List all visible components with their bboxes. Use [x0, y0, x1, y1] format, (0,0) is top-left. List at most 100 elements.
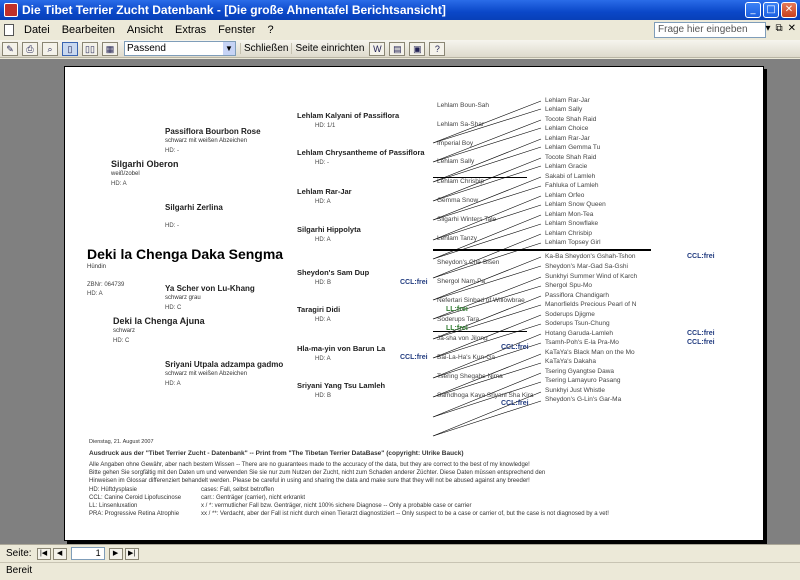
gen4-name: Sheydon's Che-Bisen [437, 259, 500, 266]
gen5-name: Soderups Djigme [545, 311, 595, 318]
report-page: Deki la Chenga Daka Sengma Hündin ZBNr: … [64, 66, 764, 541]
gen2-name: Silgarhi Zerlina [165, 203, 223, 212]
last-page-icon[interactable]: ▶| [124, 547, 139, 560]
gen5-name: Lehlam Gemma Tu [545, 144, 601, 151]
legend-value: xx / **: Verdacht, aber der Fall ist nic… [201, 511, 609, 517]
next-page-icon[interactable]: ▶ [108, 547, 123, 560]
gen4-name: Gemma Snow [437, 197, 479, 204]
gen3-hd: HD: B [315, 280, 332, 286]
zoom-icon[interactable]: ⌕ [42, 41, 58, 56]
gen5-name: Lehlam Mon-Tea [545, 211, 594, 218]
gen3-hd: HD: A [315, 317, 331, 323]
gen5-name: Passiflora Chandigarh [545, 292, 609, 299]
document-icon[interactable] [4, 24, 14, 36]
gen5-name: Tocote Shah Raid [545, 116, 597, 123]
menu-help[interactable]: ? [261, 24, 279, 36]
gen2-name: Ya Scher von Lu-Khang [165, 284, 255, 293]
gen3-name: Lehlam Rar-Jar [297, 187, 352, 196]
gen4-name: Nefertari Sinbad of Willowbrae [437, 297, 525, 304]
legend-row: HD: Hüftdysplasie cases: Fall, selbst bet… [89, 487, 759, 495]
dam-hd: HD: C [113, 338, 130, 344]
gen5-name: Shergol Spu-Mo [545, 282, 592, 289]
new-object-icon[interactable]: ▣ [409, 41, 426, 56]
gen5-name: Lehlam Gracie [545, 163, 588, 170]
office-links-icon[interactable]: W [369, 41, 386, 56]
legend-key: CCL: Canine Ceroid Lipofuscinose [89, 495, 182, 501]
gen5-name: Lehlam Topsey Girl [545, 239, 601, 246]
multiple-pages-icon[interactable]: ▦ [102, 41, 118, 56]
gen4-name: Imperial Boy [437, 140, 474, 147]
report-date: Dienstag, 21. August 2007 [89, 439, 154, 445]
previous-page-icon[interactable]: ◀ [52, 547, 67, 560]
ccl-badge: CCL:frei [400, 354, 428, 361]
legend-row: PRA: Progressive Retina Atrophie xx / **:… [89, 511, 759, 519]
close-icon[interactable]: ✕ [781, 2, 797, 18]
gen5-name: Sunkhyi Summer Wind of Karch [545, 273, 638, 280]
gen5-name: Sakabi of Lamleh [545, 173, 596, 180]
subject-hd: HD: A [87, 291, 103, 297]
dropdown-arrow-icon[interactable]: ▾ [765, 23, 770, 34]
menu-bar: Datei Bearbeiten Ansicht Extras Fenster … [0, 20, 800, 40]
gen3-hd: HD: A [315, 199, 331, 205]
gen5-name: KaTaYa's Black Man on the Mo [545, 349, 635, 356]
disclaimer-line: Bitte gehen Sie sorgfältig mit den Daten… [89, 470, 546, 476]
menu-extras[interactable]: Extras [169, 24, 212, 36]
menu-bearbeiten[interactable]: Bearbeiten [56, 24, 121, 36]
close-preview-button[interactable]: Schließen [240, 43, 291, 54]
status-bar: Bereit [0, 562, 800, 580]
maximize-icon[interactable]: □ [763, 2, 779, 18]
gen5-name: Lehlam Orfeo [545, 192, 585, 199]
subject-sex: Hündin [87, 264, 107, 270]
help-question-input[interactable]: Frage hier eingeben [654, 22, 766, 38]
report-preview-area[interactable]: Deki la Chenga Daka Sengma Hündin ZBNr: … [0, 59, 800, 544]
gen5-name: Tsering Lamayuro Pasang [545, 377, 621, 384]
disclaimer-line: Alle Angaben ohne Gewähr, aber nach best… [89, 462, 530, 468]
minimize-icon[interactable]: _ [745, 2, 761, 18]
gen3-name: Lehlam Chrysantheme of Passiflora [297, 148, 425, 157]
gen4-name: Ja-sha von Jilong [437, 335, 488, 342]
subject-name: Deki la Chenga Daka Sengma [87, 246, 284, 262]
gen3-name: Sriyani Yang Tsu Lamleh [297, 381, 386, 390]
two-pages-icon[interactable]: ▯▯ [82, 41, 98, 56]
legend-value: cases: Fall, selbst betroffen [201, 487, 274, 493]
ll-badge: LL:frei [446, 325, 468, 332]
gen3-name: Silgarhi Hippolyta [297, 225, 361, 234]
first-page-icon[interactable]: |◀ [36, 547, 51, 560]
gen3-hd: HD: A [315, 237, 331, 243]
ccl-badge: CCL:frei [687, 330, 715, 337]
gen2-color: schwarz grau [165, 295, 201, 301]
gen5-name: Sunkhyi Just Whistle [545, 387, 605, 394]
sire-hd: HD: A [111, 181, 127, 187]
gen4-name: Lehlam Sa-Shar [437, 121, 484, 128]
gen3-hd: HD: - [315, 160, 329, 166]
legend-value: x / *: vermutlicher Fall bzw. Genträger,… [201, 503, 472, 509]
one-page-icon[interactable]: ▯ [62, 41, 78, 56]
gen5-name: Hotang Garuda-Lamleh [545, 330, 613, 337]
menu-datei[interactable]: Datei [18, 24, 56, 36]
gen2-hd: HD: - [165, 148, 179, 154]
legend-row: LL: Linsenluxation x / *: vermutlicher Fa… [89, 503, 759, 511]
zoom-select[interactable]: Passend ▼ [124, 41, 236, 56]
menu-ansicht[interactable]: Ansicht [121, 24, 169, 36]
gen3-name: Lehlam Kalyani of Passiflora [297, 111, 400, 120]
dam-name: Deki la Chenga Ajuna [113, 316, 205, 326]
gen2-name: Passiflora Bourbon Rose [165, 127, 261, 136]
chevron-down-icon[interactable]: ▼ [223, 42, 235, 55]
close-doc-icon[interactable]: ✕ [788, 23, 796, 34]
title-bar[interactable]: Die Tibet Terrier Zucht Datenbank - [Die… [0, 0, 800, 20]
gen2-hd: HD: - [165, 223, 179, 229]
view-icon[interactable]: ✎ [2, 41, 18, 56]
app-icon[interactable] [4, 3, 18, 17]
gen5-name: Lehlam Choice [545, 125, 589, 132]
gen5-name: KaTaYa's Dakaha [545, 358, 596, 365]
restore-icon[interactable]: ⧉ [775, 23, 782, 34]
page-setup-button[interactable]: Seite einrichten [291, 43, 367, 54]
menu-fenster[interactable]: Fenster [212, 24, 261, 36]
page-number-input[interactable]: 1 [70, 547, 105, 560]
help-icon[interactable]: ? [429, 41, 446, 56]
gen5-name: Tocote Shah Raid [545, 154, 597, 161]
database-window-icon[interactable]: ▤ [389, 41, 406, 56]
gen3-name: Taragiri Didi [297, 305, 341, 314]
print-icon[interactable]: ⎙ [22, 41, 38, 56]
gen3-hd: HD: A [315, 356, 331, 362]
